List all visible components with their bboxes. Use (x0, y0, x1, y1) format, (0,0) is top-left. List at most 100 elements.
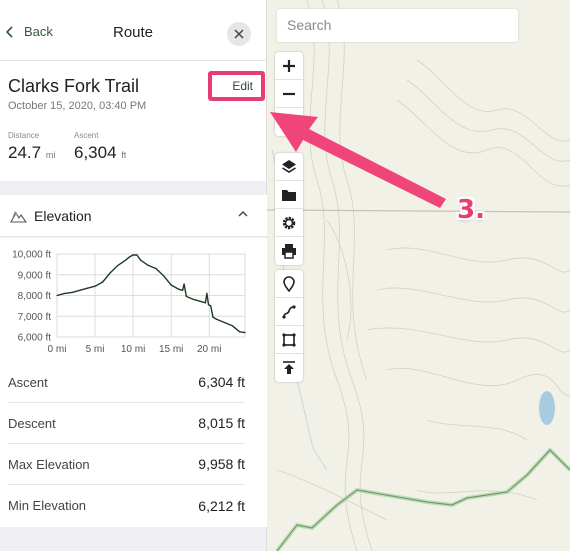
elevation-data-point (79, 289, 81, 291)
elevation-data-point (56, 294, 58, 297)
elevation-data-point (64, 292, 66, 295)
x-tick-label: 20 mi (197, 344, 221, 355)
elevation-data-point (147, 264, 149, 267)
zoom-out-icon (283, 92, 295, 95)
elevation-data-point (178, 288, 180, 290)
elevation-series-line (56, 254, 246, 334)
elevation-data-point (206, 292, 208, 295)
layers-button[interactable] (275, 153, 303, 181)
locate-button[interactable] (275, 108, 303, 136)
draw-route-button[interactable] (275, 298, 303, 326)
settings-gear-icon (282, 216, 296, 229)
upload-icon (283, 361, 295, 374)
elevation-data-point (239, 331, 241, 333)
x-tick-label: 0 mi (48, 344, 67, 355)
x-tick-label: 10 mi (121, 344, 145, 355)
settings-button[interactable] (275, 209, 303, 237)
stat-row-max-elevation: Max Elevation 9,958 ft (8, 444, 245, 485)
ascent-stat: Ascent 6,304 ft (74, 131, 126, 163)
elevation-title: Elevation (34, 208, 92, 224)
print-button[interactable] (275, 237, 303, 265)
elevation-data-point (155, 267, 157, 270)
elevation-data-point (71, 291, 73, 293)
y-tick-label: 7,000 ft (18, 312, 52, 323)
locate-icon (283, 119, 294, 128)
elevation-chart: 6,000 ft 7,000 ft 8,000 ft 9,000 ft 10,000 f… (0, 238, 267, 362)
elevation-chart-svg: 6,000 ft 7,000 ft 8,000 ft 9,000 ft 10,000 f… (12, 250, 246, 355)
elevation-data-point (128, 256, 130, 258)
elevation-data-point (132, 254, 134, 256)
route-draw-icon (282, 304, 296, 319)
ascent-label: Ascent (74, 131, 99, 140)
zoom-controls (275, 52, 303, 136)
draw-area-button[interactable] (275, 326, 303, 354)
topographic-map (267, 0, 570, 551)
layers-icon (282, 159, 296, 173)
stat-row-ascent: Ascent 6,304 ft (8, 362, 245, 403)
elevation-data-point (86, 287, 89, 289)
elevation-data-point (212, 316, 214, 318)
zoom-in-icon (283, 59, 295, 72)
elevation-data-point (223, 321, 226, 324)
elevation-section-header[interactable]: Elevation (0, 195, 267, 237)
folder-button[interactable] (275, 181, 303, 209)
elevation-data-point (109, 272, 111, 274)
elevation-data-point (102, 281, 104, 283)
close-button[interactable] (227, 22, 251, 46)
map-tools (275, 153, 303, 265)
route-name: Clarks Fork Trail (8, 76, 140, 96)
elevation-data-point (231, 324, 233, 327)
distance-unit: mi (45, 150, 56, 160)
elevation-stats: Ascent 6,304 ft Descent 8,015 ft Max Eleva… (0, 362, 267, 527)
edit-button[interactable]: Edit (208, 71, 265, 101)
import-button[interactable] (275, 354, 303, 382)
panel-header: Back Route (0, 0, 266, 61)
y-tick-label: 8,000 ft (18, 291, 52, 302)
elevation-data-point (94, 285, 96, 287)
app-root: Search Back Route Clarks Fork Trail Octo… (0, 0, 570, 551)
x-tick-label: 5 mi (86, 344, 105, 355)
lake (539, 391, 555, 425)
ascent-value: 6,304 (74, 143, 117, 162)
distance-label: Distance (8, 131, 40, 140)
stat-row-min-elevation: Min Elevation 6,212 ft (8, 485, 245, 526)
stat-label: Min Elevation (8, 498, 87, 513)
elevation-data-point (204, 302, 207, 304)
x-tick-label: 15 mi (159, 344, 183, 355)
elevation-data-point (244, 332, 246, 334)
ascent-unit: ft (121, 150, 127, 160)
y-tick-label: 9,000 ft (18, 270, 52, 281)
zoom-out-button[interactable] (275, 80, 303, 108)
stat-row-descent: Descent 8,015 ft (8, 403, 245, 444)
elevation-data-point (162, 275, 165, 277)
zoom-in-button[interactable] (275, 52, 303, 80)
elevation-data-point (201, 301, 203, 303)
elevation-data-point (124, 259, 127, 261)
elevation-data-point (207, 304, 210, 306)
draw-tools (275, 270, 303, 382)
elevation-data-point (185, 295, 187, 298)
folder-icon (282, 189, 296, 201)
chevron-up-icon[interactable] (238, 210, 248, 217)
elevation-data-point (117, 264, 119, 267)
distance-stat: Distance 24.7 mi (8, 131, 55, 163)
add-waypoint-button[interactable] (275, 270, 303, 298)
close-icon (234, 29, 244, 39)
trail-route-line[interactable] (275, 447, 570, 551)
stat-value: 6,304 ft (198, 374, 245, 390)
distance-value: 24.7 (8, 143, 42, 162)
y-tick-label: 10,000 ft (12, 250, 51, 261)
elevation-data-point (170, 284, 172, 286)
search-input[interactable]: Search (277, 9, 518, 42)
elevation-data-point (210, 305, 212, 307)
waypoint-marker-icon (283, 275, 295, 292)
elevation-data-point (181, 289, 184, 291)
elevation-data-point (140, 259, 142, 261)
stat-value: 6,212 ft (198, 497, 245, 514)
stat-value: 8,015 ft (198, 415, 245, 431)
stat-value: 9,958 ft (198, 456, 245, 472)
map-view[interactable]: Search (267, 0, 570, 551)
route-date: October 15, 2020, 03:40 PM (8, 100, 147, 112)
stat-label: Descent (8, 415, 56, 431)
stat-label: Max Elevation (8, 456, 90, 472)
